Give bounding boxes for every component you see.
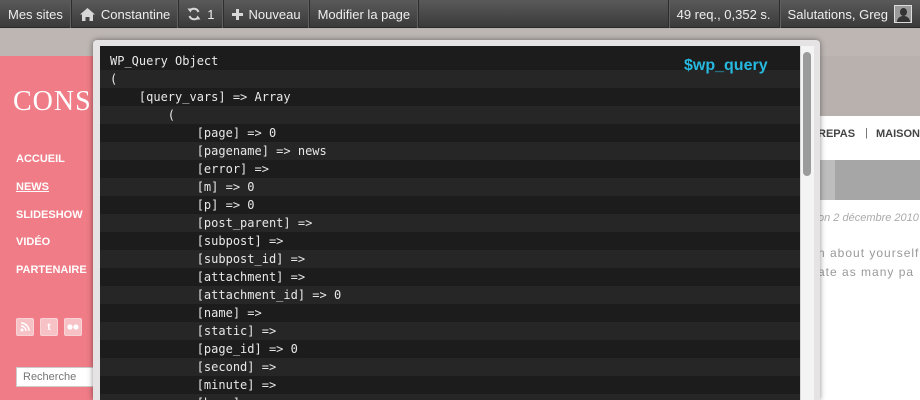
site-name-label: Constantine (100, 6, 171, 22)
content-banner-image (835, 160, 920, 200)
code-line: ( (100, 106, 800, 124)
edit-page-label: Modifier la page (317, 6, 411, 22)
my-sites-menu[interactable]: Mes sites (0, 0, 72, 28)
code-line: [error] => (110, 162, 269, 176)
admin-bar: Mes sites Constantine 1 Nouveau Modifier… (0, 0, 920, 28)
nav-item-maison[interactable]: MAISON (876, 128, 920, 140)
nav-item-partenaire[interactable]: PARTENAIRE (16, 264, 87, 276)
query-stats-label: 49 req., 0,352 s. (676, 6, 771, 22)
query-stats[interactable]: 49 req., 0,352 s. (667, 0, 779, 28)
code-line: [name] => (110, 306, 262, 320)
post-excerpt-line: n about yourself (818, 246, 920, 260)
nav-item-news[interactable]: NEWS (16, 181, 49, 193)
site-name-menu[interactable]: Constantine (72, 0, 180, 28)
debug-code-panel[interactable]: WP_Query Object( [query_vars] => Array (… (100, 46, 800, 400)
nav-item-repas[interactable]: REPAS (818, 128, 855, 140)
code-line: [hour] => (100, 394, 800, 400)
post-excerpt-line: ate as many pa (818, 265, 915, 279)
rss-icon[interactable] (16, 318, 34, 336)
nav-item-slideshow[interactable]: SLIDESHOW (16, 209, 83, 221)
updates-menu[interactable]: 1 (179, 0, 224, 28)
scrollbar-thumb[interactable] (803, 52, 811, 176)
post-date: on 2 décembre 2010 (818, 212, 919, 224)
site-logo[interactable]: CONS (13, 86, 92, 118)
code-line: [minute] => (110, 378, 277, 392)
refresh-icon (187, 7, 201, 21)
code-line: [m] => 0 (100, 178, 800, 196)
nav-item-video[interactable]: VIDÉO (16, 236, 50, 248)
code-line: [attachment_id] => 0 (100, 286, 800, 304)
code-line: [second] => (100, 358, 800, 376)
code-line: [page] => 0 (110, 126, 277, 140)
nav-separator: | (865, 127, 868, 139)
avatar (894, 5, 912, 23)
new-content-menu[interactable]: Nouveau (224, 0, 310, 28)
code-line: [pagename] => news (100, 142, 800, 160)
code-line: [attachment] => (110, 270, 306, 284)
greeting-label: Salutations, Greg (787, 6, 888, 22)
code-line: [post_parent] => (100, 214, 800, 232)
account-menu[interactable]: Salutations, Greg (778, 0, 920, 28)
new-label: Nouveau (248, 6, 301, 22)
code-line: [page_id] => 0 (110, 342, 298, 356)
search-input[interactable] (16, 367, 96, 387)
edit-page-link[interactable]: Modifier la page (310, 0, 420, 28)
home-icon (79, 7, 95, 21)
flickr-icon[interactable] (64, 318, 82, 336)
code-line: [query_vars] => Array (110, 90, 291, 104)
debug-panel-title: $wp_query (684, 57, 768, 74)
plus-icon (231, 8, 243, 20)
updates-count: 1 (207, 6, 215, 22)
my-sites-label: Mes sites (8, 6, 63, 22)
code-line: [subpost] => (110, 234, 284, 248)
code-line: [p] => 0 (110, 198, 255, 212)
twitter-icon[interactable]: t (40, 318, 58, 336)
site-content-header (818, 56, 920, 116)
code-line: [static] => (100, 322, 800, 340)
nav-item-accueil[interactable]: ACCUEIL (16, 153, 65, 165)
code-line: [subpost_id] => (100, 250, 800, 268)
